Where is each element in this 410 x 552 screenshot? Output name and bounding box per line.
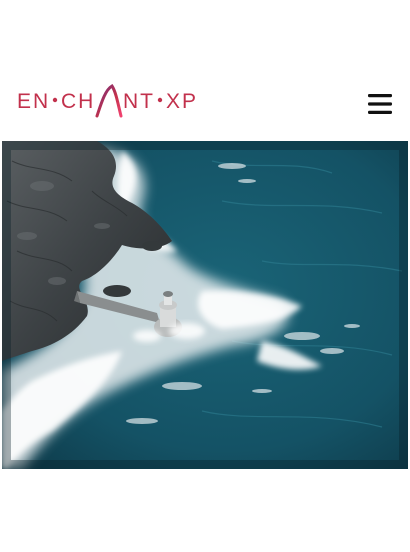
- site-header: EN CH NT XP: [0, 0, 410, 141]
- aerial-lighthouse-photo: [2, 141, 408, 469]
- logo-text-xp: XP: [166, 90, 198, 113]
- logo-text-ch: CH: [61, 90, 95, 113]
- enchantxp-logo-mark: EN CH NT XP: [17, 84, 198, 118]
- hamburger-menu-icon: [368, 94, 392, 114]
- logo-text-en: EN: [17, 90, 50, 113]
- logo-arch-a-icon: [95, 84, 123, 118]
- logo-dot-2: [157, 97, 163, 103]
- menu-button[interactable]: [366, 92, 394, 116]
- hero-image: [2, 141, 408, 469]
- brand-logo[interactable]: EN CH NT XP: [17, 84, 199, 118]
- logo-dot-1: [52, 97, 58, 103]
- logo-text-nt: NT: [123, 90, 155, 113]
